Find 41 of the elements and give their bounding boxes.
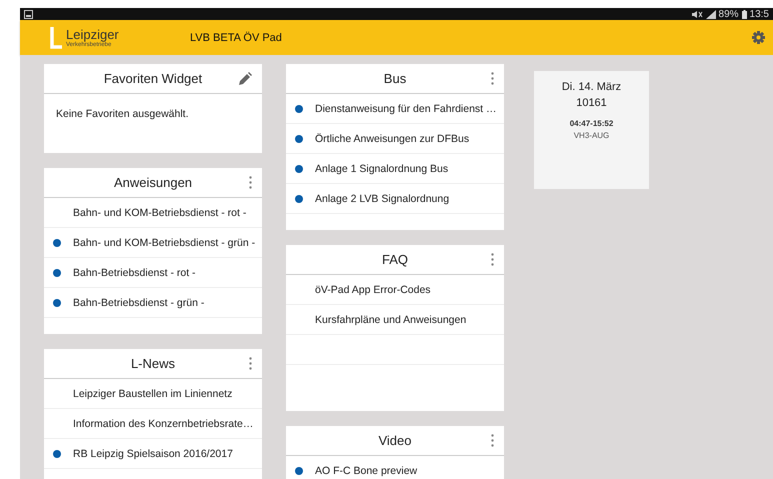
clock: 13:5 [750,8,769,20]
more-icon[interactable] [249,176,252,189]
logo-icon [50,26,62,48]
pencil-icon[interactable] [239,72,252,85]
more-icon[interactable] [491,253,494,266]
list-item[interactable]: Örtliche Anweisungen zur DFBus [315,132,470,144]
list-item[interactable]: öV-Pad App Error-Codes [315,284,431,296]
list-item[interactable]: Leipziger Baustellen im Liniennetz [73,388,232,400]
list-item[interactable]: RB Leipzig Spielsaison 2016/2017 [73,448,233,460]
battery-icon [742,10,747,18]
list-item[interactable]: Anlage 1 Signalordnung Bus [315,162,448,174]
widget-title: Video [378,433,412,448]
widget-title: FAQ [382,252,408,267]
list-item[interactable]: Dienstanweisung für den Fahrdienst … [315,102,497,114]
widget-title: L-News [130,356,176,371]
screenshot-icon [24,10,33,18]
shift-code: VH3-AUG [574,131,610,140]
more-icon[interactable] [491,434,494,447]
app-title: LVB BETA ÖV Pad [190,32,282,44]
list-item[interactable]: Bahn- und KOM-Betriebsdienst - grün - [73,236,256,248]
widget-title: Anweisungen [114,175,192,190]
list-item[interactable]: Anlage 2 LVB Signalordnung [315,192,450,204]
widget-title: Bus [384,71,406,86]
shift-number: 10161 [576,97,607,109]
mute-icon [690,10,703,18]
logo-name: Leipziger [66,28,119,40]
shift-date: Di. 14. März [562,81,622,93]
list-item[interactable]: Bahn- und KOM-Betriebsdienst - rot - [73,206,246,218]
shift-time: 04:47-15:52 [570,119,614,128]
more-icon[interactable] [491,72,494,85]
battery-percentage: 89% [718,8,739,20]
list-item[interactable]: Kursfahrpläne und Anweisungen [315,314,466,326]
shift-card[interactable]: Di. 14. März 10161 04:47-15:52 VH3-AUG [534,71,649,189]
list-item[interactable]: Bahn-Betriebsdienst - rot - [73,266,196,278]
list-item[interactable]: Bahn-Betriebsdienst - grün - [73,296,204,308]
empty-message: Keine Favoriten ausgewählt. [56,108,190,120]
list-item[interactable]: Information des Konzernbetriebsrate… [73,418,254,430]
widget-title: Favoriten Widget [104,71,202,86]
more-icon[interactable] [249,357,252,370]
list-item[interactable]: AO F-C Bone preview [315,464,418,476]
settings-icon[interactable] [752,31,765,44]
